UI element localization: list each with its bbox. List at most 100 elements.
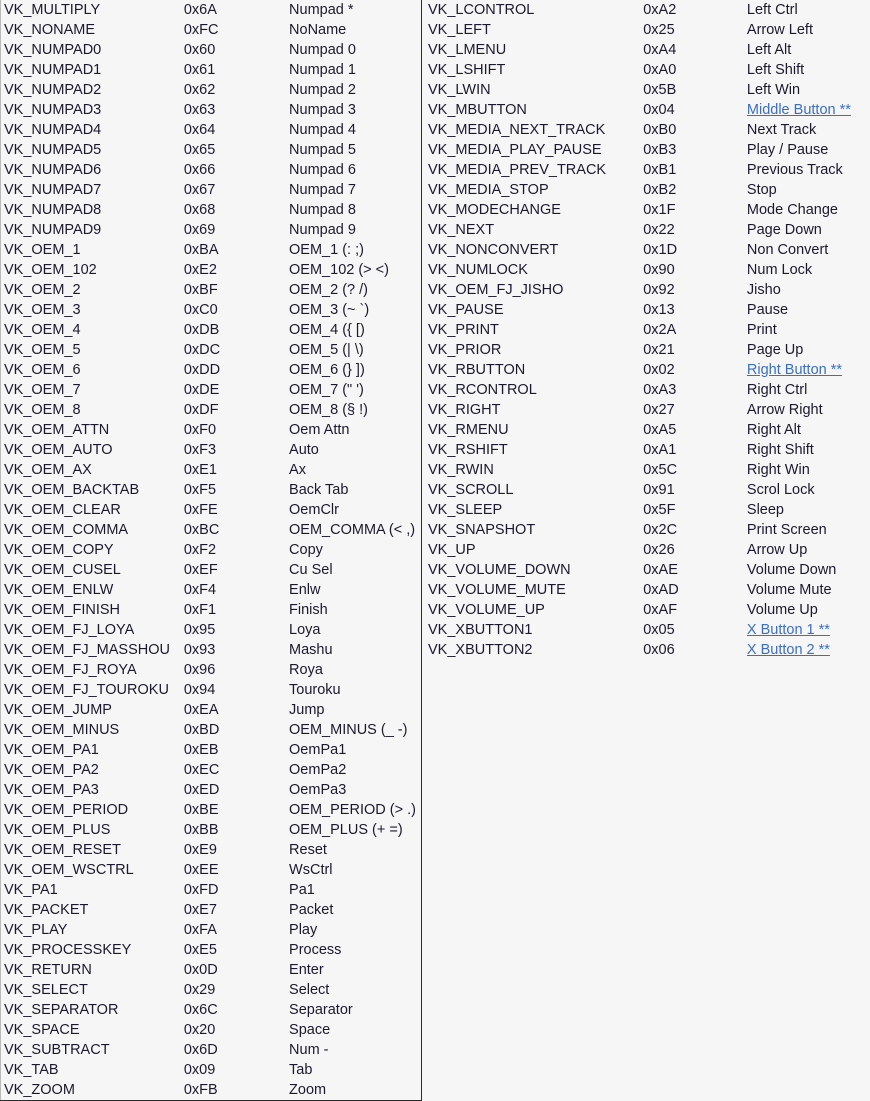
keycode-hex-value: 0xF4 [183,581,217,598]
keycode-hex-value: 0xA2 [643,1,677,18]
keycode-description: OEM_102 (> <) [289,261,389,278]
keycode-constant: VK_OEM_1 [4,241,81,258]
keycode-description-link[interactable]: X Button 1 ** [747,622,830,638]
table-row: VK_OEM_PA2 0xEC OemPa2 [1,760,422,780]
keycode-constant: VK_SLEEP [428,501,503,518]
keycode-hex-value: 0xB2 [643,181,677,198]
table-row: VK_LEFT 0x25 Arrow Left [422,20,870,40]
keycode-constant: VK_LWIN [428,81,491,98]
table-row: VK_RETURN 0x0D Enter [1,960,422,980]
keycode-description[interactable]: Right Button ** [747,360,870,380]
keycode-description: OEM_3 (~ `) [289,301,370,318]
keycode-hex-value: 0xBB [183,821,219,838]
keycode-description[interactable]: X Button 2 ** [747,640,870,660]
table-row: VK_RMENU 0xA5 Right Alt [422,420,870,440]
keycode-constant: VK_SUBTRACT [4,1041,110,1058]
keycode-constant: VK_VOLUME_UP [428,601,545,618]
table-row: VK_VOLUME_MUTE 0xAD Volume Mute [422,580,870,600]
table-row: VK_NONCONVERT 0x1D Non Convert [422,240,870,260]
keycode-hex-value: 0xDC [183,341,221,358]
table-row: VK_MEDIA_PREV_TRACK 0xB1 Previous Track [422,160,870,180]
keycode-hex-value: 0xA1 [643,441,677,458]
keycode-constant: VK_NUMPAD7 [4,181,102,198]
keycode-description-link[interactable]: Right Button ** [747,362,842,378]
keycode-hex-value: 0xE1 [183,461,217,478]
keycode-constant: VK_OEM_COMMA [4,521,129,538]
table-row: VK_OEM_8 0xDF OEM_8 (§ !) [1,400,422,420]
table-row: VK_MULTIPLY 0x6A Numpad * [1,0,422,20]
keycode-description: Right Win [746,461,810,478]
keycode-hex-value: 0xC0 [183,301,218,318]
table-row: VK_VOLUME_DOWN 0xAE Volume Down [422,560,870,580]
keycode-description: OemPa3 [289,781,347,798]
keycode-constant: VK_NUMPAD4 [4,121,102,138]
keycode-description[interactable]: Middle Button ** [747,100,870,120]
keycode-constant: VK_PACKET [4,901,89,918]
keycode-hex-value: 0xFD [183,881,219,898]
table-row: VK_RCONTROL 0xA3 Right Ctrl [422,380,870,400]
table-row: VK_OEM_5 0xDC OEM_5 (| \) [1,340,422,360]
keycode-hex-value: 0x27 [643,401,675,418]
keycode-constant: VK_NUMPAD3 [4,101,102,118]
table-row: VK_OEM_AUTO 0xF3 Auto [1,440,422,460]
keycode-description-link[interactable]: Middle Button ** [747,102,851,118]
keycode-hex-value: 0x68 [183,201,216,218]
keycode-description: OEM_PERIOD (> .) [289,801,416,818]
keycode-constant: VK_OEM_MINUS [4,721,120,738]
keycode-description[interactable]: X Button 1 ** [747,620,870,640]
keycode-description: Numpad 2 [289,81,356,98]
keycode-constant: VK_NUMPAD9 [4,221,102,238]
table-row: VK_MEDIA_NEXT_TRACK 0xB0 Next Track [422,120,870,140]
table-row: VK_OEM_FJ_JISHO 0x92 Jisho [422,280,870,300]
keycode-constant: VK_OEM_RESET [4,841,121,858]
table-row: VK_NUMLOCK 0x90 Num Lock [422,260,870,280]
table-row: VK_NUMPAD1 0x61 Numpad 1 [1,60,422,80]
keycode-hex-value: 0xF3 [183,441,217,458]
keycode-description: Zoom [289,1081,327,1098]
keycode-description: Left Shift [746,61,805,78]
keycode-constant: VK_SELECT [4,981,88,998]
keycode-constant: VK_PRINT [428,321,499,338]
keycode-description-link[interactable]: X Button 2 ** [747,642,830,658]
table-row: VK_RWIN 0x5C Right Win [422,460,870,480]
keycode-hex-value: 0x1D [643,241,678,258]
table-row: VK_XBUTTON2 0x06 X Button 2 ** [422,640,870,660]
keycode-hex-value: 0x91 [643,481,675,498]
keycode-description: Numpad 9 [289,221,356,238]
keycode-description: Process [289,941,342,958]
keycode-hex-value: 0xE2 [183,261,217,278]
table-row: VK_OEM_2 0xBF OEM_2 (? /) [1,280,422,300]
table-row: VK_TAB 0x09 Tab [1,1060,422,1080]
keycode-description: OEM_8 (§ !) [289,401,368,418]
keycode-hex-value: 0xE9 [183,841,217,858]
keycode-hex-value: 0x60 [183,41,216,58]
keycode-constant: VK_OEM_PERIOD [4,801,129,818]
keycode-constant: VK_RBUTTON [428,361,526,378]
keycode-constant: VK_OEM_ATTN [4,421,110,438]
keycode-description: OEM_1 (: ;) [289,241,364,258]
keycode-description: OEM_2 (? /) [289,281,368,298]
keycode-description: Pause [746,301,789,318]
keycode-constant: VK_NUMPAD5 [4,141,102,158]
keycode-description: Play [289,921,318,938]
keycode-description: Num Lock [746,261,813,278]
table-row: VK_OEM_6 0xDD OEM_6 (} ]) [1,360,422,380]
keycode-constant: VK_OEM_5 [4,341,81,358]
table-row: VK_NUMPAD8 0x68 Numpad 8 [1,200,422,220]
keycode-hex-value: 0x5B [643,81,677,98]
table-row: VK_OEM_FJ_TOUROKU 0x94 Touroku [1,680,422,700]
keycode-description: Numpad 0 [289,41,356,58]
table-row: VK_OEM_COMMA 0xBC OEM_COMMA (< ,) [1,520,422,540]
keycode-description: Numpad 5 [289,141,356,158]
keycode-description: Select [289,981,330,998]
keycode-hex-value: 0xEE [183,861,219,878]
keycode-description: Pa1 [289,881,315,898]
keycode-constant: VK_OEM_FINISH [4,601,121,618]
keycode-constant: VK_TAB [4,1061,59,1078]
keycode-constant: VK_LEFT [428,21,491,38]
keycode-description: Roya [289,661,323,678]
keycode-hex-value: 0x26 [643,541,675,558]
keycode-description: Non Convert [746,241,829,258]
keycode-hex-value: 0x13 [643,301,675,318]
keycode-description: Auto [289,441,319,458]
